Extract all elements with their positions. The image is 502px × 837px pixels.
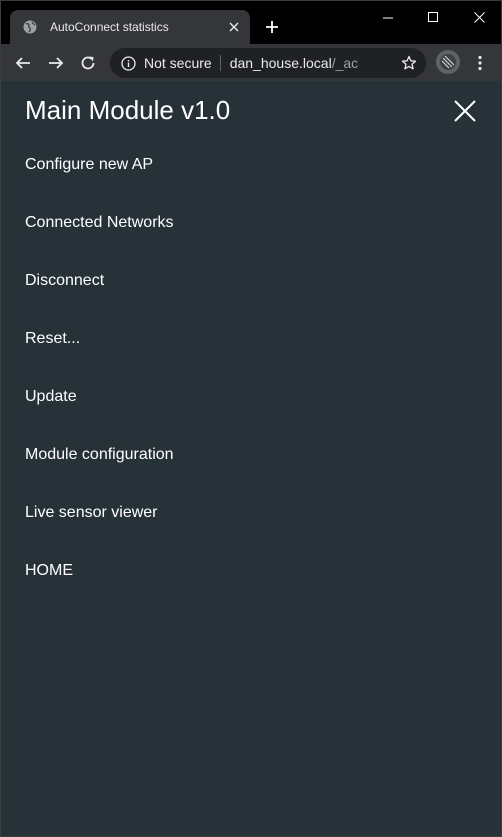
url-host: dan_house.local [229,55,332,71]
maximize-icon[interactable] [410,1,456,33]
close-icon[interactable] [451,97,479,125]
page-title: Main Module v1.0 [25,95,231,125]
window-close-icon[interactable] [456,1,501,33]
new-tab-icon[interactable] [262,17,282,37]
minimize-icon[interactable] [365,1,411,33]
tab-title: AutoConnect statistics [50,20,169,34]
security-label[interactable]: Not secure [144,55,212,71]
kebab-menu-icon[interactable] [468,49,492,77]
menu-item-disconnect[interactable]: Disconnect [25,269,104,293]
menu-item-configure-new-ap[interactable]: Configure new AP [25,153,153,177]
bookmark-star-icon[interactable] [400,54,418,72]
menu-item-live-sensor-viewer[interactable]: Live sensor viewer [25,501,158,525]
extension-icon[interactable] [436,50,460,74]
menu-item-module-configuration[interactable]: Module configuration [25,443,174,467]
forward-arrow-icon[interactable] [42,49,70,77]
tab-strip: AutoConnect statistics [1,1,501,44]
back-arrow-icon[interactable] [9,49,37,77]
menu-item-home[interactable]: HOME [25,559,73,583]
url-path: /_ac [331,55,359,71]
page-content: Main Module v1.0 Configure new AP Connec… [1,81,501,836]
menu-item-connected-networks[interactable]: Connected Networks [25,211,174,235]
address-bar[interactable]: Not secure dan_house.local/_ac [110,48,426,78]
info-icon[interactable] [120,55,136,71]
globe-icon [22,19,38,35]
browser-tab[interactable]: AutoConnect statistics [10,10,250,44]
browser-toolbar: Not secure dan_house.local/_ac [1,44,501,81]
address-divider [219,55,221,71]
browser-window: AutoConnect statistics Not secure dan_ho… [0,0,502,837]
url-text[interactable]: dan_house.local/_ac [230,55,358,71]
menu-item-update[interactable]: Update [25,385,77,409]
tab-close-icon[interactable] [226,19,242,35]
menu-item-reset[interactable]: Reset... [25,327,80,351]
reload-icon[interactable] [74,49,102,77]
